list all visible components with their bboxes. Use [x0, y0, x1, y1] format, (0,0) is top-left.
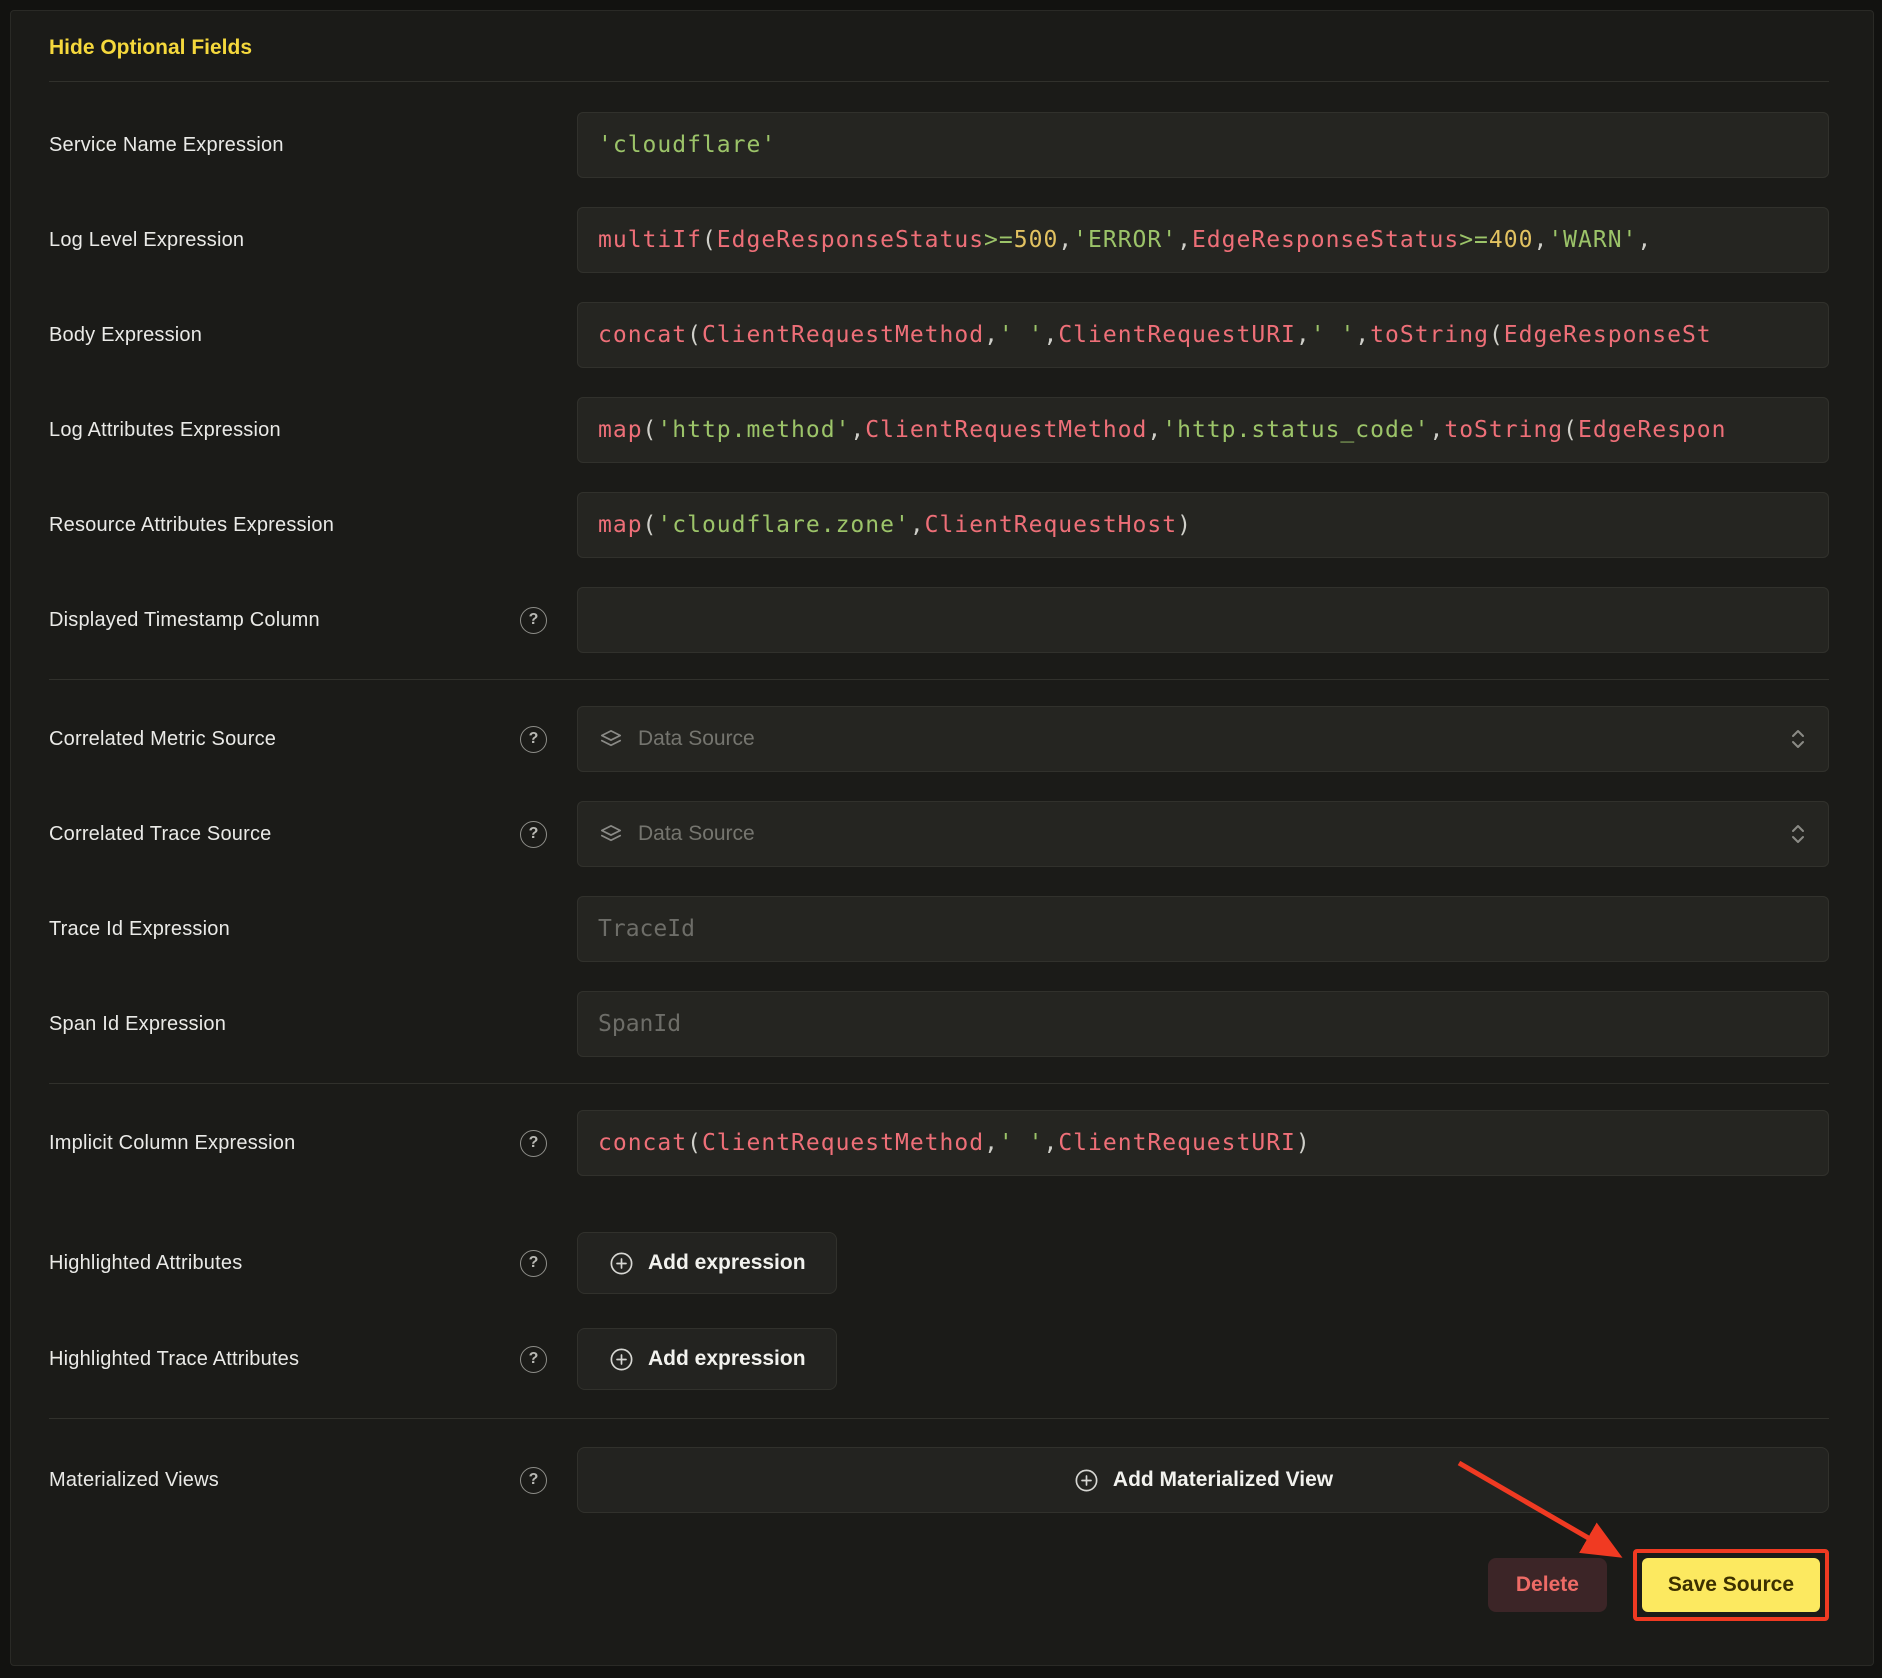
body-expression-label: Body Expression [49, 324, 202, 347]
help-icon[interactable]: ? [520, 1467, 547, 1494]
circle-plus-icon [608, 1250, 635, 1277]
body-expression-input[interactable]: concat(ClientRequestMethod, ' ', ClientR… [577, 302, 1829, 368]
correlated-trace-source-select[interactable]: Data Source [577, 801, 1829, 867]
add-materialized-view-label: Add Materialized View [1113, 1468, 1333, 1492]
form-row-trace-id: Trace Id Expression [49, 896, 1829, 962]
form-row-log-attributes: Log Attributes Expression map('http.meth… [49, 397, 1829, 463]
chevron-updown-icon [1788, 726, 1808, 752]
form-row-body: Body Expression concat(ClientRequestMeth… [49, 302, 1829, 368]
form-row-correlated-metric: Correlated Metric Source ? Data Source [49, 706, 1829, 772]
service-name-label: Service Name Expression [49, 134, 284, 157]
implicit-column-expression-input[interactable]: concat(ClientRequestMethod, ' ', ClientR… [577, 1110, 1829, 1176]
source-settings-page: Hide Optional Fields Service Name Expres… [0, 0, 1882, 1678]
trace-id-label: Trace Id Expression [49, 918, 230, 941]
delete-button[interactable]: Delete [1488, 1558, 1607, 1612]
circle-plus-icon [1073, 1467, 1100, 1494]
resource-attributes-label: Resource Attributes Expression [49, 514, 334, 537]
form-row-log-level: Log Level Expression multiIf(EdgeRespons… [49, 207, 1829, 273]
divider [49, 1083, 1829, 1084]
help-icon[interactable]: ? [520, 821, 547, 848]
service-name-expression-input[interactable]: 'cloudflare' [577, 112, 1829, 178]
form-row-highlighted-attributes: Highlighted Attributes ? Add expression [49, 1232, 1829, 1294]
form-row-highlighted-trace-attributes: Highlighted Trace Attributes ? Add expre… [49, 1328, 1829, 1390]
select-placeholder: Data Source [638, 822, 755, 846]
divider [49, 679, 1829, 680]
help-icon[interactable]: ? [520, 1250, 547, 1277]
hide-optional-fields-link[interactable]: Hide Optional Fields [49, 35, 252, 61]
layers-icon [598, 726, 624, 752]
help-icon[interactable]: ? [520, 1346, 547, 1373]
resource-attributes-expression-input[interactable]: map('cloudflare.zone', ClientRequestHost… [577, 492, 1829, 558]
add-expression-label: Add expression [648, 1251, 806, 1275]
add-materialized-view-button[interactable]: Add Materialized View [577, 1447, 1829, 1513]
form-row-span-id: Span Id Expression [49, 991, 1829, 1057]
help-icon[interactable]: ? [520, 1130, 547, 1157]
form-row-service-name: Service Name Expression 'cloudflare' [49, 112, 1829, 178]
correlated-metric-label: Correlated Metric Source [49, 728, 276, 751]
log-attributes-label: Log Attributes Expression [49, 419, 281, 442]
chevron-updown-icon [1788, 821, 1808, 847]
span-id-expression-input[interactable] [577, 991, 1829, 1057]
help-icon[interactable]: ? [520, 726, 547, 753]
form-row-displayed-timestamp: Displayed Timestamp Column ? [49, 587, 1829, 653]
layers-icon [598, 821, 624, 847]
correlated-trace-label: Correlated Trace Source [49, 823, 271, 846]
form-row-correlated-trace: Correlated Trace Source ? Data Source [49, 801, 1829, 867]
log-level-label: Log Level Expression [49, 229, 244, 252]
form-row-resource-attributes: Resource Attributes Expression map('clou… [49, 492, 1829, 558]
annotation-highlight-box: Save Source [1633, 1549, 1829, 1621]
select-placeholder: Data Source [638, 727, 755, 751]
save-source-button[interactable]: Save Source [1642, 1558, 1820, 1612]
form-row-implicit-column: Implicit Column Expression ? concat(Clie… [49, 1110, 1829, 1176]
divider [49, 1418, 1829, 1419]
displayed-timestamp-label: Displayed Timestamp Column [49, 609, 320, 632]
materialized-views-label: Materialized Views [49, 1469, 219, 1492]
source-settings-panel: Hide Optional Fields Service Name Expres… [10, 10, 1874, 1666]
span-id-label: Span Id Expression [49, 1013, 226, 1036]
form-row-materialized-views: Materialized Views ? Add Materialized Vi… [49, 1447, 1829, 1513]
displayed-timestamp-input[interactable] [577, 587, 1829, 653]
highlighted-attributes-label: Highlighted Attributes [49, 1252, 242, 1275]
divider [49, 81, 1829, 82]
add-expression-label: Add expression [648, 1347, 806, 1371]
help-icon[interactable]: ? [520, 607, 547, 634]
correlated-metric-source-select[interactable]: Data Source [577, 706, 1829, 772]
implicit-column-label: Implicit Column Expression [49, 1132, 295, 1155]
highlighted-trace-attributes-label: Highlighted Trace Attributes [49, 1348, 299, 1371]
log-level-expression-input[interactable]: multiIf(EdgeResponseStatus >= 500, 'ERRO… [577, 207, 1829, 273]
footer-actions: Delete Save Source [49, 1549, 1829, 1621]
add-highlighted-trace-attribute-button[interactable]: Add expression [577, 1328, 837, 1390]
trace-id-expression-input[interactable] [577, 896, 1829, 962]
log-attributes-expression-input[interactable]: map('http.method', ClientRequestMethod, … [577, 397, 1829, 463]
circle-plus-icon [608, 1346, 635, 1373]
add-highlighted-attribute-button[interactable]: Add expression [577, 1232, 837, 1294]
